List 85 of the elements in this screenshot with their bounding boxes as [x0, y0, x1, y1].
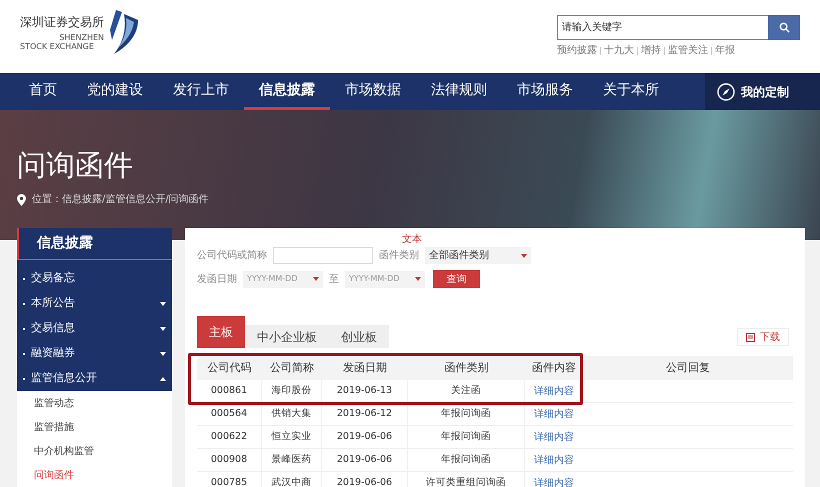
field-label: 公司代码或简称 [197, 248, 267, 263]
detail-link[interactable]: 详细内容 [525, 380, 583, 402]
document-icon [746, 332, 755, 342]
caret-icon [415, 277, 421, 281]
search-button[interactable] [768, 15, 800, 40]
detail-link[interactable]: 详细内容 [525, 449, 583, 471]
column-header: 发函日期 [342, 360, 388, 376]
table-cell: 000622 [197, 426, 262, 448]
query-button[interactable]: 查询 [433, 270, 480, 288]
caret-icon [160, 376, 166, 380]
table-cell: 年报问询函 [408, 403, 525, 425]
custom-menu-button[interactable]: 我的定制 [705, 73, 820, 110]
field-label: 发函日期 [197, 272, 237, 286]
nav-item[interactable]: 党的建设 [72, 73, 158, 110]
table-cell: 景峰医药 [262, 449, 322, 471]
nav-item[interactable]: 法律规则 [416, 73, 502, 110]
sidebar-item[interactable]: 交易信息 [17, 316, 172, 341]
sidebar-subitem[interactable]: 问询函件 [17, 463, 172, 487]
compass-icon [717, 82, 735, 100]
table-cell: 000861 [197, 380, 262, 402]
sidebar-title: 信息披露 [17, 228, 172, 259]
sidebar-item[interactable]: 交易备忘 [17, 266, 172, 291]
table-cell: 2019-06-06 [322, 426, 408, 448]
sidebar-subitem[interactable]: 监管动态 [17, 391, 172, 415]
table-cell: 000785 [197, 472, 262, 487]
table-cell: 2019-06-12 [322, 403, 408, 425]
sidebar-subitem[interactable]: 监管措施 [17, 415, 172, 439]
caret-icon [160, 326, 166, 330]
table-cell: 供销大集 [262, 403, 322, 425]
detail-link[interactable]: 详细内容 [525, 403, 583, 425]
table-cell: 武汉中商 [262, 472, 322, 487]
caret-icon [160, 302, 166, 306]
shield-logo-icon [108, 10, 140, 56]
text-label: 文本 [402, 234, 423, 246]
caret-icon [521, 254, 527, 258]
caret-icon [160, 352, 166, 356]
table-cell: 年报问询函 [408, 426, 525, 448]
tab[interactable]: 中小企业板 [245, 325, 329, 348]
nav-item[interactable]: 首页 [14, 73, 72, 110]
location-pin-icon [17, 194, 26, 206]
column-header: 公司代码 [206, 360, 252, 376]
column-header: 公司回复 [665, 360, 711, 376]
table-cell: 许可类重组问询函 [408, 472, 525, 487]
table-cell: 000564 [197, 403, 262, 425]
table-cell: 关注函 [408, 380, 525, 402]
tab[interactable]: 创业板 [329, 325, 389, 348]
detail-link[interactable]: 详细内容 [525, 426, 583, 448]
table-cell: 海印股份 [262, 380, 322, 402]
tab[interactable]: 主板 [197, 316, 245, 348]
quick-link[interactable]: 年报 [715, 43, 735, 58]
column-header: 函件内容 [531, 360, 577, 376]
detail-link[interactable]: 详细内容 [525, 472, 583, 487]
quick-link[interactable]: 监管关注 [668, 43, 708, 58]
search-field[interactable]: 请输入关键字 [557, 15, 768, 40]
nav-item[interactable]: 发行上市 [158, 73, 244, 110]
table-cell: 恒立实业 [262, 426, 322, 448]
page-title: 问询函件 [17, 148, 134, 182]
nav-item[interactable]: 市场数据 [330, 73, 416, 110]
table-cell: 2019-06-06 [322, 449, 408, 471]
field-label: 函件类别 [379, 248, 419, 263]
logo-chinese-name: 深圳证券交易所 [20, 15, 104, 29]
sidebar-item[interactable]: 本所公告 [17, 291, 172, 316]
download-button[interactable]: 下载 [737, 328, 789, 346]
column-header: 函件类别 [444, 360, 490, 376]
quick-link[interactable]: 增持 [641, 43, 661, 58]
nav-item[interactable]: 市场服务 [502, 73, 588, 110]
quick-link[interactable]: 十九大 [604, 43, 634, 58]
logo-english-name: STOCK EXCHANGE [20, 42, 95, 51]
sidebar-subitem[interactable]: 中介机构监管 [17, 439, 172, 463]
breadcrumb: 位置：信息披露/监管信息公开/问询函件 [32, 192, 209, 207]
column-header: 公司简称 [269, 360, 315, 376]
type-dropdown[interactable]: 全部函件类别 [425, 247, 531, 264]
search-icon [778, 22, 790, 33]
table-cell: 2019-06-13 [322, 380, 408, 402]
quick-link[interactable]: 预约披露 [557, 43, 597, 58]
logo-english-name: SHENZHEN [58, 33, 104, 42]
table-cell: 000908 [197, 449, 262, 471]
table-cell: 年报问询函 [408, 449, 525, 471]
caret-icon [313, 277, 319, 281]
sidebar-item[interactable]: 监管信息公开 [17, 366, 172, 391]
nav-item[interactable]: 关于本所 [588, 73, 674, 110]
company-input-field[interactable] [273, 247, 373, 264]
sidebar-item[interactable]: 融资融券 [17, 341, 172, 366]
date-separator: 至 [329, 272, 339, 286]
table-cell: 2019-06-06 [322, 472, 408, 487]
